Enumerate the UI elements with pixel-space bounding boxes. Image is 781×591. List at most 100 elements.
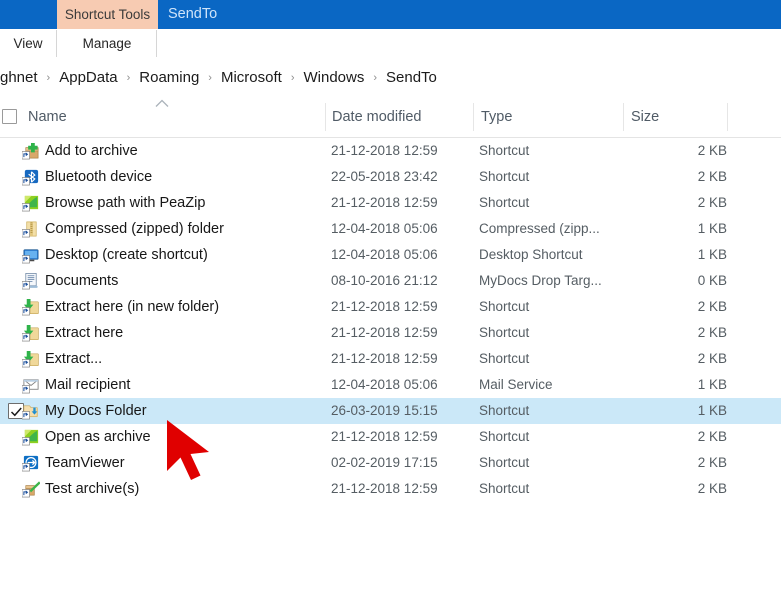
breadcrumb-separator: › — [373, 71, 378, 84]
address-bar[interactable]: ghnet › AppData › Roaming › Microsoft › Windows ›… — [0, 58, 781, 96]
file-name: Browse path with PeaZip — [45, 195, 206, 211]
file-size: 2 KB — [697, 429, 727, 444]
select-all-checkbox[interactable] — [2, 109, 17, 124]
table-row[interactable]: TeamViewer 02-02-2019 17:15 Shortcut 2 KB — [0, 450, 781, 476]
file-size: 2 KB — [697, 143, 727, 158]
tab-divider-left — [56, 30, 57, 57]
file-type: Desktop Shortcut — [479, 247, 583, 262]
file-type: Shortcut — [479, 481, 530, 496]
file-name: Extract here (in new folder) — [45, 299, 220, 315]
file-type: Shortcut — [479, 299, 530, 314]
file-date-modified: 21-12-2018 12:59 — [331, 481, 438, 496]
window-title: SendTo — [168, 6, 218, 22]
file-size: 1 KB — [697, 403, 727, 418]
file-date-modified: 08-10-2016 21:12 — [331, 273, 438, 288]
file-size: 1 KB — [697, 377, 727, 392]
file-name: Compressed (zipped) folder — [45, 221, 224, 237]
table-row[interactable]: Mail recipient 12-04-2018 05:06 Mail Servi… — [0, 372, 781, 398]
file-type: Shortcut — [479, 429, 530, 444]
column-header-size[interactable]: Size — [631, 97, 659, 138]
extract-folder-icon — [22, 298, 40, 316]
file-size: 2 KB — [697, 481, 727, 496]
zipped-folder-icon — [22, 220, 40, 238]
table-row[interactable]: Add to archive 21-12-2018 12:59 Shortcut 2 … — [0, 138, 781, 164]
sort-ascending-icon — [155, 99, 169, 108]
file-date-modified: 21-12-2018 12:59 — [331, 143, 438, 158]
desktop-icon — [22, 246, 40, 264]
breadcrumb-item-windows[interactable]: Windows — [303, 69, 364, 86]
table-row[interactable]: Extract here (in new folder) 21-12-2018 1… — [0, 294, 781, 320]
add-to-archive-icon — [22, 142, 40, 160]
file-type: Shortcut — [479, 169, 530, 184]
file-date-modified: 21-12-2018 12:59 — [331, 429, 438, 444]
table-row[interactable]: Desktop (create shortcut) 12-04-2018 05:0… — [0, 242, 781, 268]
table-row[interactable]: My Docs Folder 26-03-2019 15:15 Shortcut 1 … — [0, 398, 781, 424]
file-name: Test archive(s) — [45, 481, 140, 497]
file-size: 1 KB — [697, 221, 727, 236]
file-name: Documents — [45, 273, 119, 289]
tab-view[interactable]: View — [0, 29, 56, 58]
file-name: Open as archive — [45, 429, 151, 445]
breadcrumb-item-microsoft[interactable]: Microsoft — [221, 69, 282, 86]
column-divider-2[interactable] — [473, 103, 474, 131]
table-row[interactable]: Documents 08-10-2016 21:12 MyDocs Drop Tar… — [0, 268, 781, 294]
breadcrumb-item-appdata[interactable]: AppData — [59, 69, 117, 86]
table-row[interactable]: Open as archive 21-12-2018 12:59 Shortcut 2… — [0, 424, 781, 450]
table-row[interactable]: Test archive(s) 21-12-2018 12:59 Shortcut 2… — [0, 476, 781, 502]
breadcrumb-item-roaming[interactable]: Roaming — [139, 69, 199, 86]
file-date-modified: 21-12-2018 12:59 — [331, 351, 438, 366]
peazip-browse-icon — [22, 194, 40, 212]
contextual-tab-shortcut-tools[interactable]: Shortcut Tools — [57, 0, 158, 29]
file-size: 2 KB — [697, 325, 727, 340]
file-date-modified: 21-12-2018 12:59 — [331, 325, 438, 340]
file-type: MyDocs Drop Targ... — [479, 273, 602, 288]
file-name: My Docs Folder — [45, 403, 147, 419]
breadcrumb-item-sendto[interactable]: SendTo — [386, 69, 437, 86]
column-divider-1[interactable] — [325, 103, 326, 131]
extract-folder-icon — [22, 324, 40, 342]
file-date-modified: 12-04-2018 05:06 — [331, 247, 438, 262]
table-row[interactable]: Compressed (zipped) folder 12-04-2018 05:… — [0, 216, 781, 242]
table-row[interactable]: Browse path with PeaZip 21-12-2018 12:59 S… — [0, 190, 781, 216]
file-name: Add to archive — [45, 143, 138, 159]
breadcrumb-item-ghnet[interactable]: ghnet — [0, 69, 38, 86]
column-header-name[interactable]: Name — [28, 97, 67, 138]
file-date-modified: 12-04-2018 05:06 — [331, 221, 438, 236]
table-row[interactable]: Extract... 21-12-2018 12:59 Shortcut 2 KB — [0, 346, 781, 372]
table-row[interactable]: Extract here 21-12-2018 12:59 Shortcut 2 KB — [0, 320, 781, 346]
breadcrumb-separator: › — [290, 71, 295, 84]
file-type: Shortcut — [479, 455, 530, 470]
file-size: 2 KB — [697, 299, 727, 314]
file-type: Shortcut — [479, 403, 530, 418]
breadcrumb: ghnet › AppData › Roaming › Microsoft › Windows ›… — [0, 58, 437, 96]
file-size: 2 KB — [697, 169, 727, 184]
table-row[interactable]: Bluetooth device 22-05-2018 23:42 Shortcut… — [0, 164, 781, 190]
file-type: Shortcut — [479, 143, 530, 158]
file-name: Extract here — [45, 325, 124, 341]
column-divider-4[interactable] — [727, 103, 728, 131]
file-name: TeamViewer — [45, 455, 125, 471]
file-size: 2 KB — [697, 351, 727, 366]
file-date-modified: 22-05-2018 23:42 — [331, 169, 438, 184]
test-archive-icon — [22, 480, 40, 498]
file-name: Extract... — [45, 351, 103, 367]
file-size: 1 KB — [697, 247, 727, 262]
file-date-modified: 12-04-2018 05:06 — [331, 377, 438, 392]
tab-divider-right — [156, 30, 157, 57]
title-bar: Shortcut Tools SendTo — [0, 0, 781, 29]
column-header-type[interactable]: Type — [481, 97, 512, 138]
column-header-row: Name Date modified Type Size — [0, 97, 781, 138]
bluetooth-icon — [22, 168, 40, 186]
file-list[interactable]: Add to archive 21-12-2018 12:59 Shortcut 2 … — [0, 138, 781, 533]
column-header-date-modified[interactable]: Date modified — [332, 97, 421, 138]
my-docs-folder-icon — [22, 402, 40, 420]
file-type: Shortcut — [479, 195, 530, 210]
file-type: Compressed (zipp... — [479, 221, 600, 236]
file-name: Desktop (create shortcut) — [45, 247, 208, 263]
file-date-modified: 21-12-2018 12:59 — [331, 299, 438, 314]
tab-manage[interactable]: Manage — [58, 29, 156, 58]
file-date-modified: 26-03-2019 15:15 — [331, 403, 438, 418]
file-date-modified: 21-12-2018 12:59 — [331, 195, 438, 210]
file-type: Shortcut — [479, 351, 530, 366]
column-divider-3[interactable] — [623, 103, 624, 131]
